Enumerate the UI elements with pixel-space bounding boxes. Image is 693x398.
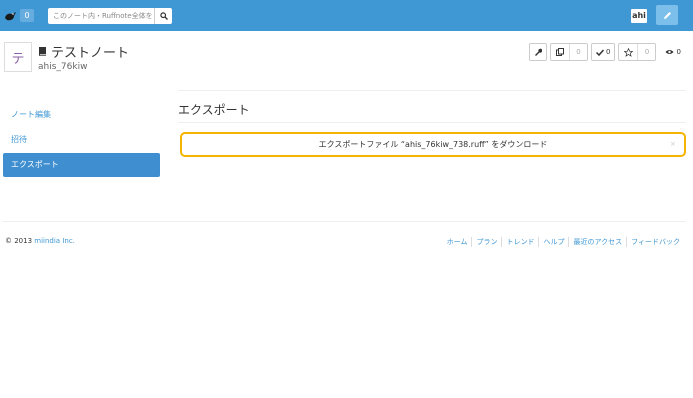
download-export-label: エクスポートファイル “ahis_76kiw_738.ruff” をダウンロード [318, 140, 548, 149]
star-icon [619, 44, 637, 60]
footer-link-feedback[interactable]: フィードバック [626, 237, 684, 247]
book-icon [39, 47, 46, 56]
sidebar-item-note-edit[interactable]: ノート編集 [3, 103, 160, 127]
download-export-button[interactable]: エクスポートファイル “ahis_76kiw_738.ruff” をダウンロード… [180, 132, 686, 157]
footer-link-help[interactable]: ヘルプ [538, 237, 568, 247]
copy-button[interactable]: 0 [550, 43, 588, 61]
sidebar-item-invite[interactable]: 招待 [3, 128, 160, 152]
view-counter: 0 [665, 48, 681, 56]
header-divider [178, 90, 686, 91]
check-button[interactable]: 0 [591, 43, 616, 61]
star-count: 0 [637, 44, 655, 60]
settings-button[interactable] [529, 43, 547, 61]
section-divider [178, 122, 686, 123]
copyright: © 2013 miindia Inc. [5, 237, 75, 245]
star-button[interactable]: 0 [618, 43, 657, 61]
search-button[interactable] [154, 8, 172, 24]
check-icon [596, 48, 604, 56]
search-input[interactable] [48, 8, 153, 24]
note-icon-char: テ [11, 51, 25, 67]
search-box [48, 8, 172, 24]
section-title: エクスポート [178, 103, 250, 117]
footer-link-home[interactable]: ホーム [443, 237, 472, 247]
eye-icon [665, 50, 674, 54]
page-title: テストノート [38, 42, 129, 61]
close-icon: × [670, 140, 676, 148]
view-count: 0 [676, 48, 681, 56]
check-count: 0 [606, 48, 611, 56]
note-owner[interactable]: ahis_76kiw [38, 62, 87, 72]
copyright-text: © 2013 [5, 237, 35, 245]
footer-link-trend[interactable]: トレンド [501, 237, 538, 247]
footer-divider [3, 221, 686, 222]
note-title[interactable]: テストノート [51, 42, 129, 61]
footer-links: ホーム プラン トレンド ヘルプ 最近のアクセス フィードバック [443, 237, 684, 247]
wrench-icon [535, 48, 542, 56]
sidebar-item-export[interactable]: エクスポート [3, 153, 160, 177]
note-icon: テ [4, 42, 32, 72]
footer-link-plan[interactable]: プラン [471, 237, 501, 247]
user-avatar[interactable]: ahi [631, 9, 647, 23]
pencil-icon [663, 11, 671, 19]
company-link[interactable]: miindia Inc. [34, 237, 75, 245]
search-icon [159, 12, 168, 20]
footer-link-recent-access[interactable]: 最近のアクセス [568, 237, 626, 247]
edit-button[interactable] [656, 5, 678, 25]
copy-count: 0 [569, 44, 587, 60]
top-navbar: 0 ahi [0, 0, 693, 31]
ruffnote-logo-icon[interactable] [4, 8, 18, 22]
note-actions: 0 0 0 0 [529, 43, 681, 61]
notification-badge[interactable]: 0 [20, 9, 34, 22]
copy-icon [551, 44, 569, 60]
